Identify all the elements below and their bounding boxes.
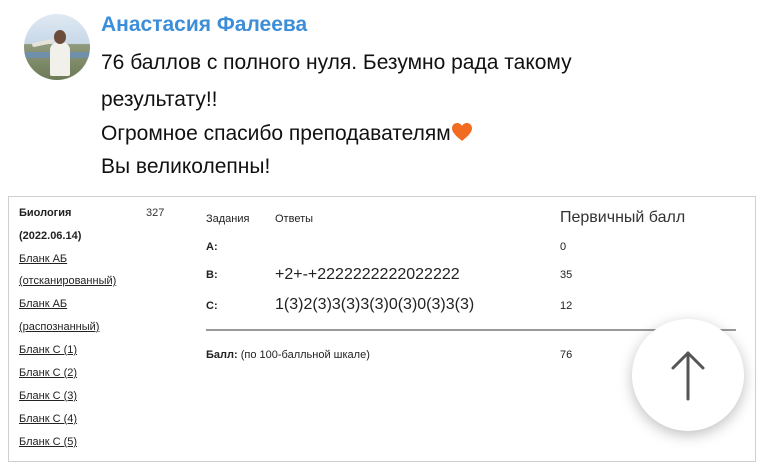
final-score-row: Балл: (по 100-балльной шкале) [206, 349, 370, 361]
final-score-label: Балл: [206, 349, 238, 361]
blank-c3-link[interactable]: Бланк С (3) [19, 390, 77, 402]
blank-ab-scanned-link[interactable]: Бланк АБ [19, 253, 67, 265]
header-tasks: Задания [206, 213, 250, 225]
blank-c2-link[interactable]: Бланк С (2) [19, 367, 77, 379]
blank-ab-scanned-link-2[interactable]: (отсканированный) [19, 275, 116, 287]
row-a-part: A: [206, 241, 218, 253]
exam-date: (2022.06.14) [19, 230, 82, 242]
row-c-answer: 1(3)2(3)3(3)3(3)0(3)0(3)3(3) [275, 296, 475, 313]
row-b-part: B: [206, 269, 218, 281]
subject-total: 327 [146, 207, 165, 219]
message-line-4: Вы великолепны! [101, 155, 271, 178]
message-line-3: Огромное спасибо преподавателям [101, 122, 473, 146]
final-score-value: 76 [560, 349, 573, 361]
message-line-2: результату!! [101, 88, 218, 111]
avatar-head [54, 30, 66, 44]
subject-name: Биология [19, 207, 72, 219]
row-c-part: C: [206, 300, 218, 312]
header-answers: Ответы [275, 213, 314, 225]
final-score-note: (по 100-балльной шкале) [240, 349, 370, 361]
blank-ab-recognized-link-2[interactable]: (распознанный) [19, 321, 99, 333]
scroll-up-button[interactable] [632, 319, 744, 431]
arrow-up-icon [671, 351, 705, 401]
author-avatar[interactable] [24, 14, 90, 80]
author-name[interactable]: Анастасия Фалеева [101, 13, 307, 37]
header-primary-score: Первичный балл [560, 209, 686, 226]
blank-c1-link[interactable]: Бланк С (1) [19, 344, 77, 356]
row-b-answer: +2+-+2222222222022222 [275, 266, 460, 283]
row-a-score: 0 [560, 241, 567, 253]
row-b-score: 35 [560, 269, 573, 281]
heart-icon [451, 122, 473, 142]
message-line-1: 76 баллов с полного нуля. Безумно рада т… [101, 51, 572, 74]
blank-c5-link[interactable]: Бланк С (5) [19, 436, 77, 448]
row-c-score: 12 [560, 300, 573, 312]
message-line-3-text: Огромное спасибо преподавателям [101, 122, 451, 145]
blank-c4-link[interactable]: Бланк С (4) [19, 413, 77, 425]
avatar-person [50, 42, 70, 76]
exam-result-card[interactable]: Биология 327 (2022.06.14) Бланк АБ (отск… [8, 196, 756, 462]
blank-ab-recognized-link[interactable]: Бланк АБ [19, 298, 67, 310]
